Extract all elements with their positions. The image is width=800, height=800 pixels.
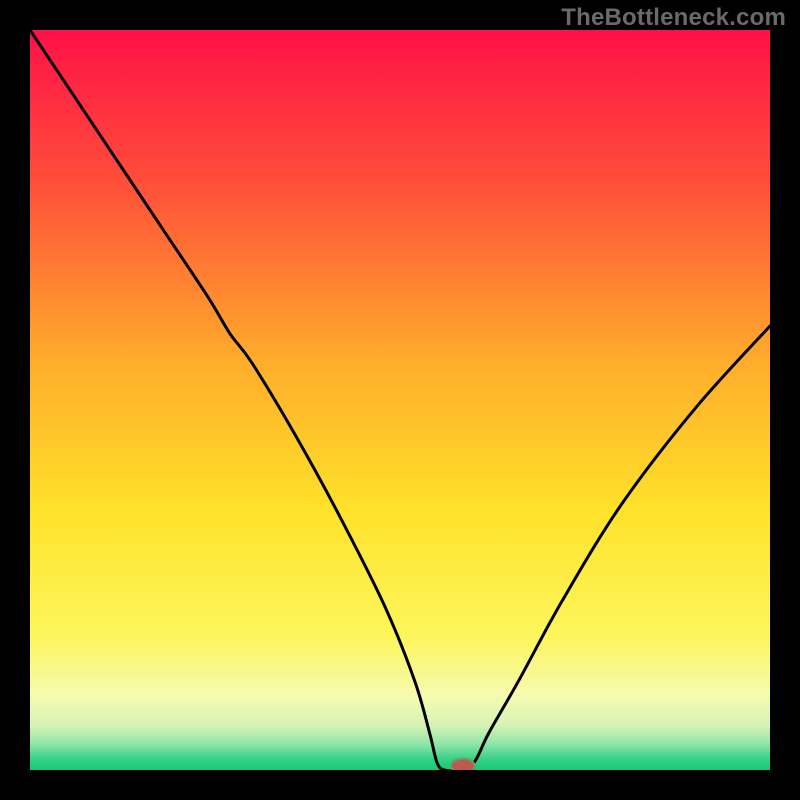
optimal-point-marker xyxy=(451,759,475,770)
bottleneck-chart xyxy=(30,30,770,770)
watermark-text: TheBottleneck.com xyxy=(561,4,786,32)
chart-frame: TheBottleneck.com xyxy=(0,0,800,800)
plot-area xyxy=(30,30,770,770)
gradient-background xyxy=(30,30,770,770)
